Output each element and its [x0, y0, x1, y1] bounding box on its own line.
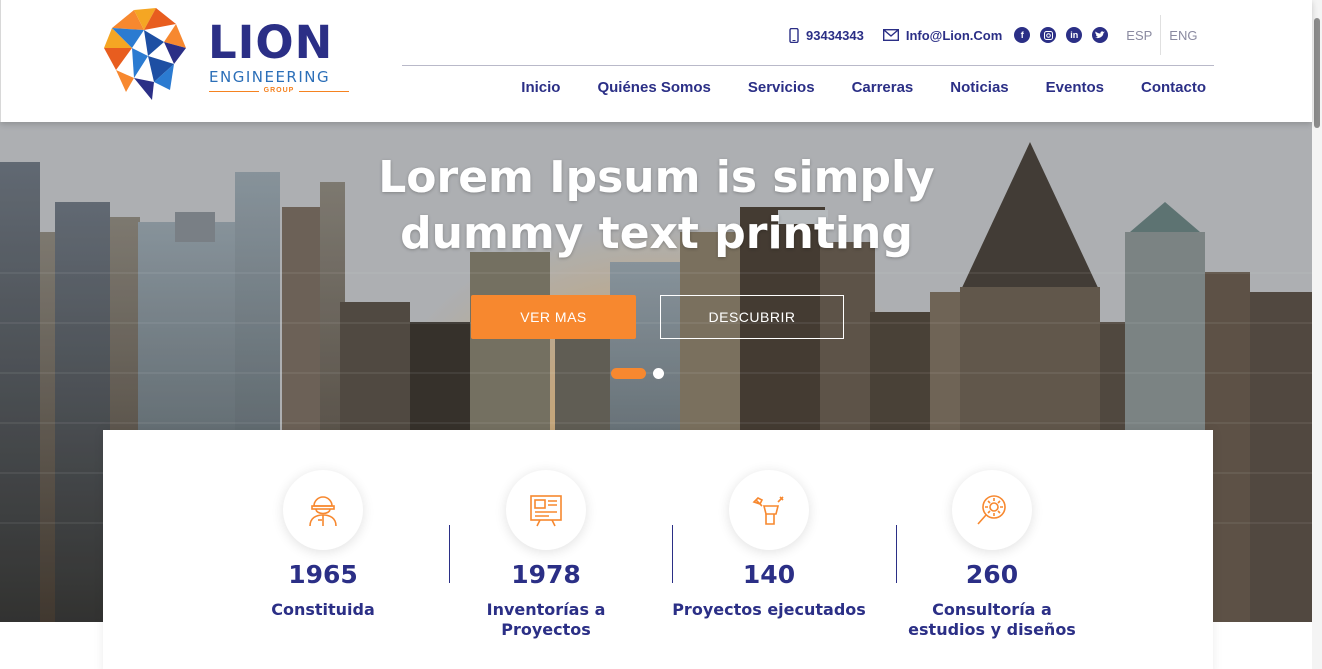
page-scrollbar[interactable]	[1312, 0, 1322, 669]
nav-carreras[interactable]: Carreras	[852, 78, 914, 98]
stat-value: 140	[742, 560, 796, 589]
phone-number: 93434343	[806, 27, 864, 43]
scrollbar-thumb[interactable]	[1314, 18, 1320, 128]
worker-icon	[309, 496, 337, 527]
lang-esp[interactable]: ESP	[1118, 15, 1160, 55]
email-address: Info@Lion.Com	[905, 27, 1003, 43]
gear-search-icon	[977, 495, 1006, 525]
main-nav: Inicio Quiénes Somos Servicios Carreras …	[484, 78, 1206, 98]
stat-label: Inventorías a Proyectos	[486, 600, 606, 639]
brand-subtitle: ENGINEERING	[209, 68, 331, 86]
stat-value: 260	[965, 560, 1019, 589]
hero-title: Lorem Ipsum is simply dummy text printin…	[0, 150, 1313, 262]
lion-logo-icon	[104, 8, 186, 100]
nav-servicios[interactable]: Servicios	[748, 78, 815, 98]
header-divider	[402, 65, 1214, 66]
stat-label: Consultoría a estudios y diseños	[908, 600, 1076, 639]
stat-icon-circle	[952, 470, 1032, 550]
descubrir-button[interactable]: DESCUBRIR	[660, 295, 844, 339]
brand-wordmark: LION	[208, 16, 334, 69]
instagram-icon[interactable]	[1040, 27, 1057, 43]
stat-icon-circle	[506, 470, 586, 550]
mail-icon	[882, 29, 899, 41]
stat-value: 1978	[511, 560, 581, 589]
stat-label: Constituida	[271, 600, 375, 619]
stats-card: 1965 Constituida 1978 Inventorías a Proye…	[103, 430, 1213, 669]
site-header: LION ENGINEERING GROUP 93434343 Info@Lio…	[0, 0, 1312, 122]
slider-dot-active[interactable]	[611, 368, 646, 379]
facebook-icon[interactable]: f	[1014, 27, 1031, 43]
nav-eventos[interactable]: Eventos	[1046, 78, 1104, 98]
ver-mas-button[interactable]: VER MAS	[471, 295, 636, 339]
stat-label: Proyectos ejecutados	[672, 600, 866, 619]
blueprint-icon	[530, 495, 562, 527]
lang-eng[interactable]: ENG	[1161, 15, 1205, 55]
stat-icon-circle	[283, 470, 363, 550]
stat-value: 1965	[288, 560, 358, 589]
nav-noticias[interactable]: Noticias	[950, 78, 1008, 98]
nav-inicio[interactable]: Inicio	[521, 78, 560, 98]
tools-icon	[752, 496, 784, 525]
hero-title-line2: dummy text printing	[400, 208, 913, 259]
top-contact-bar: 93434343 Info@Lion.Com f in ESP ENG	[789, 15, 1205, 55]
nav-contacto[interactable]: Contacto	[1141, 78, 1206, 98]
stat-icon-circle	[729, 470, 809, 550]
phone-icon	[789, 27, 799, 43]
hero-title-line1: Lorem Ipsum is simply	[378, 152, 935, 203]
nav-quienes-somos[interactable]: Quiénes Somos	[597, 78, 710, 98]
linkedin-icon[interactable]: in	[1066, 27, 1083, 43]
twitter-icon[interactable]	[1092, 27, 1109, 43]
brand-group-label: GROUP	[209, 87, 349, 94]
brand-logo[interactable]: LION ENGINEERING GROUP	[104, 8, 354, 100]
phone-link[interactable]: 93434343	[789, 27, 864, 43]
email-link[interactable]: Info@Lion.Com	[882, 27, 1003, 43]
slider-dot[interactable]	[653, 368, 664, 379]
